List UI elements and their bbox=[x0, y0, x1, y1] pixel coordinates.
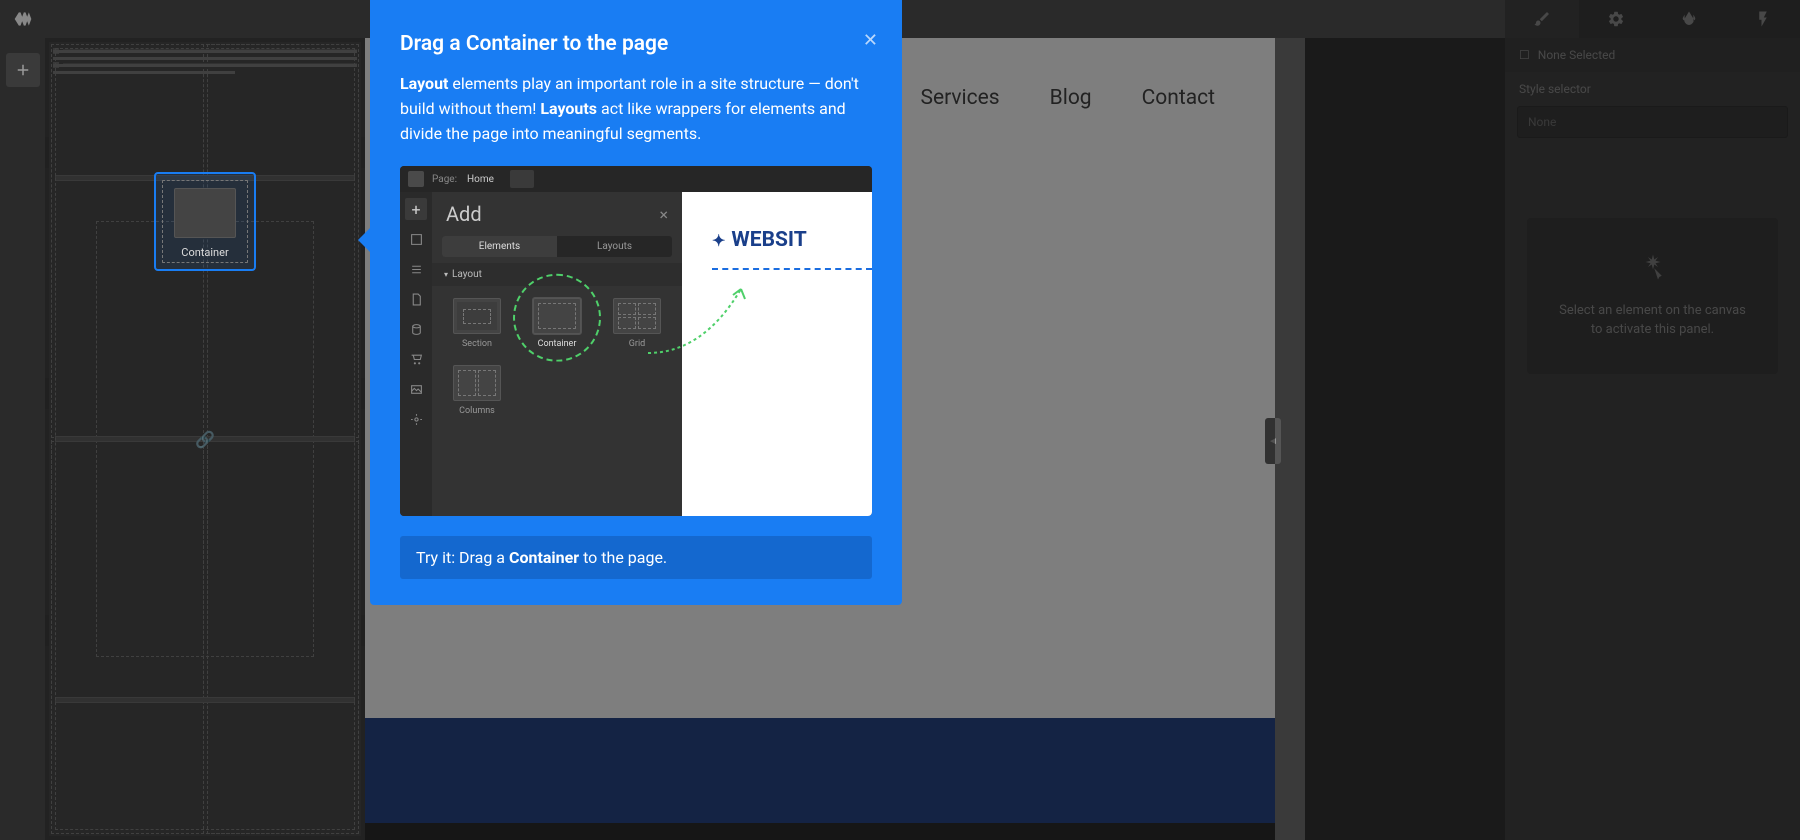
brush-icon bbox=[1533, 10, 1551, 28]
dg-image-icon bbox=[405, 378, 427, 400]
container-icon bbox=[174, 188, 236, 238]
tutorial-modal: ✕ Drag a Container to the page Layout el… bbox=[370, 0, 902, 605]
style-selector-input[interactable]: None bbox=[1517, 106, 1788, 138]
add-elements-button[interactable] bbox=[6, 53, 40, 87]
dg-box-icon bbox=[405, 228, 427, 250]
paragraph-icon bbox=[174, 664, 236, 714]
tab-settings[interactable] bbox=[1579, 0, 1653, 38]
tab-interactions[interactable] bbox=[1726, 0, 1800, 38]
style-panel: None Selected Style selector None Select… bbox=[1505, 0, 1800, 840]
style-empty-state: Select an element on the canvas to activ… bbox=[1527, 218, 1778, 374]
dg-section-icon bbox=[453, 298, 501, 334]
nav-blog[interactable]: Blog bbox=[1050, 86, 1092, 110]
modal-title: Drag a Container to the page bbox=[400, 32, 872, 56]
modal-try-it: Try it: Drag a Container to the page. bbox=[400, 536, 872, 579]
element-container[interactable]: Container bbox=[154, 172, 255, 271]
left-toolbar bbox=[0, 38, 45, 840]
modal-close-button[interactable]: ✕ bbox=[863, 30, 878, 51]
dg-grid-icon bbox=[613, 298, 661, 334]
dg-add-icon: + bbox=[405, 198, 427, 220]
nav-contact[interactable]: Contact bbox=[1142, 86, 1215, 110]
dg-drop-indicator bbox=[712, 268, 872, 270]
right-panel-tabs bbox=[1505, 0, 1800, 38]
dg-website-logo: WEBSIT bbox=[712, 228, 807, 252]
tab-style[interactable] bbox=[1505, 0, 1579, 38]
bolt-icon bbox=[1754, 10, 1772, 28]
dg-logo-icon bbox=[408, 171, 424, 187]
droplets-icon bbox=[1680, 10, 1698, 28]
dg-columns-icon bbox=[453, 365, 501, 401]
style-selector-label: Style selector bbox=[1505, 72, 1800, 106]
tab-effects[interactable] bbox=[1653, 0, 1727, 38]
app-logo[interactable] bbox=[0, 0, 45, 38]
dg-container-icon bbox=[533, 298, 581, 334]
dg-close-icon: × bbox=[659, 205, 668, 224]
dg-settings-icon bbox=[405, 408, 427, 430]
gear-icon bbox=[1607, 10, 1625, 28]
modal-body: Layout elements play an important role i… bbox=[400, 72, 872, 146]
resize-handle[interactable]: ◄ bbox=[1265, 418, 1281, 464]
dg-preview-icon bbox=[510, 170, 534, 188]
nav-services[interactable]: Services bbox=[920, 86, 999, 110]
modal-arrow-icon bbox=[358, 228, 370, 252]
modal-diagram: Page: Home + Add × Elements bbox=[400, 166, 872, 516]
canvas-footer-band bbox=[365, 718, 1275, 823]
canvas-bottom bbox=[365, 823, 1275, 840]
selection-indicator: None Selected bbox=[1505, 38, 1800, 72]
dg-layers-icon bbox=[405, 258, 427, 280]
dg-page-icon bbox=[405, 288, 427, 310]
element-paragraph[interactable]: Paragraph bbox=[154, 650, 255, 745]
dg-cart-icon bbox=[405, 348, 427, 370]
add-panel: Add × Elements Layouts Layout Section Co… bbox=[45, 38, 365, 840]
pointer-click-icon bbox=[1638, 252, 1668, 282]
dg-cms-icon bbox=[405, 318, 427, 340]
